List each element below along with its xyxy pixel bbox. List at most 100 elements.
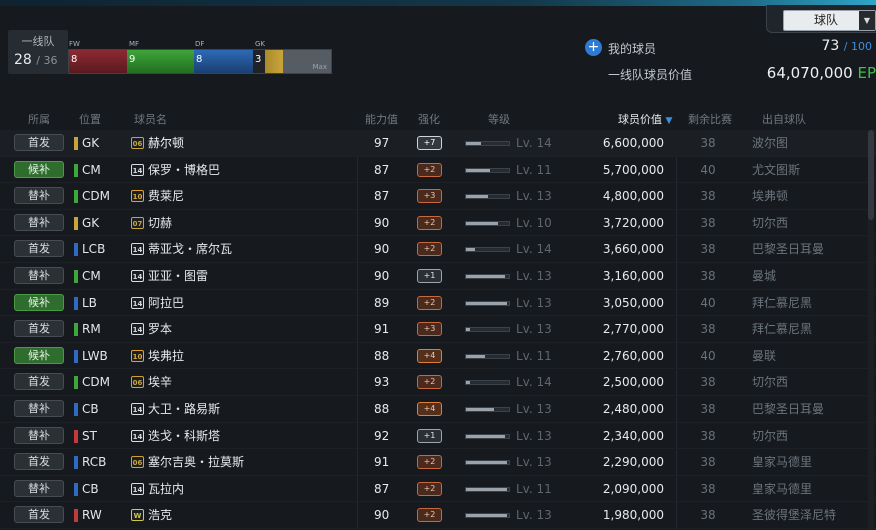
chevron-down-icon[interactable]: ▼ <box>859 11 875 30</box>
col-position[interactable]: 位置 <box>79 111 101 127</box>
col-games-left[interactable]: 剩余比赛 <box>688 111 732 127</box>
table-row[interactable]: 候补 CM 14 保罗・博格巴 87 +2 Lv. 11 5,700,000 40 尤文图斯 <box>0 157 876 184</box>
level-progress-fill <box>466 274 505 278</box>
games-remaining: 40 <box>700 295 716 310</box>
pos-label-gk: GK <box>255 40 266 48</box>
player-name[interactable]: 浩克 <box>148 502 172 528</box>
role-button[interactable]: 替补 <box>14 266 64 284</box>
role-button[interactable]: 首发 <box>14 506 64 524</box>
role-button[interactable]: 替补 <box>14 213 64 231</box>
player-name[interactable]: 罗本 <box>148 316 172 342</box>
level-progress-bar <box>465 247 510 253</box>
table-row[interactable]: 首发 LCB 14 蒂亚戈・席尔瓦 90 +2 Lv. 14 3,660,000 38 巴黎圣日耳… <box>0 236 876 263</box>
origin-club: 巴黎圣日耳曼 <box>752 401 825 416</box>
level-label: Lv. 10 <box>516 215 552 230</box>
enhance-badge: +2 <box>417 508 442 523</box>
level-label: Lv. 13 <box>516 508 552 523</box>
plus-circle-icon[interactable]: + <box>585 39 602 56</box>
table-row[interactable]: 替补 CB 14 瓦拉内 87 +2 Lv. 11 2,090,000 38 皇家马德里 <box>0 476 876 503</box>
role-button[interactable]: 替补 <box>14 426 64 444</box>
enhance-badge: +4 <box>417 348 442 363</box>
overall-rating: 90 <box>374 508 390 523</box>
position-color-marker <box>74 376 78 390</box>
player-table-body: 首发 GK 06 赫尔顿 97 +7 Lv. 14 6,600,000 38 波尔图 候补 CM 14 保… <box>0 130 876 529</box>
player-name[interactable]: 赫尔顿 <box>148 130 184 156</box>
pos-label-df: DF <box>195 40 205 48</box>
my-players-value: 73 <box>821 38 840 54</box>
role-button[interactable]: 首发 <box>14 373 64 391</box>
col-ovr[interactable]: 能力值 <box>365 111 398 127</box>
level-label: Lv. 13 <box>516 268 552 283</box>
table-row[interactable]: 首发 CDM 06 埃辛 93 +2 Lv. 14 2,500,000 38 切尔西 <box>0 369 876 396</box>
col-name[interactable]: 球员名 <box>134 111 167 127</box>
squad-value-number: 64,070,000 <box>766 64 853 82</box>
level-label: Lv. 11 <box>516 348 552 363</box>
player-name[interactable]: 保罗・博格巴 <box>148 157 220 183</box>
role-button[interactable]: 候补 <box>14 293 64 311</box>
games-remaining: 38 <box>700 508 716 523</box>
season-badge-icon: 14 <box>131 402 144 415</box>
level-progress-fill <box>466 328 471 332</box>
role-button[interactable]: 首发 <box>14 134 64 151</box>
level-label: Lv. 13 <box>516 428 552 443</box>
level-progress-fill <box>466 221 499 225</box>
role-button[interactable]: 首发 <box>14 240 64 258</box>
role-button[interactable]: 候补 <box>14 160 64 178</box>
player-name[interactable]: 埃辛 <box>148 369 172 395</box>
role-button[interactable]: 替补 <box>14 479 64 497</box>
table-row[interactable]: 候补 LWB 10 埃弗拉 88 +4 Lv. 11 2,760,000 40 曼联 <box>0 343 876 370</box>
enhance-badge: +2 <box>417 375 442 390</box>
player-value: 1,980,000 <box>602 508 664 523</box>
col-club[interactable]: 出自球队 <box>762 111 806 127</box>
player-name[interactable]: 埃弗拉 <box>148 343 184 369</box>
table-row[interactable]: 首发 GK 06 赫尔顿 97 +7 Lv. 14 6,600,000 38 波尔图 <box>0 130 876 157</box>
gk-count: 3 <box>255 54 262 65</box>
role-button[interactable]: 替补 <box>14 399 64 417</box>
player-value: 2,290,000 <box>602 455 664 470</box>
table-row[interactable]: 替补 GK 07 切赫 90 +2 Lv. 10 3,720,000 38 切尔西 <box>0 210 876 237</box>
team-select[interactable]: 球队 ▼ <box>783 10 876 31</box>
level-progress-bar <box>465 300 510 306</box>
col-level[interactable]: 等级 <box>488 111 510 127</box>
player-name[interactable]: 塞尔吉奥・拉莫斯 <box>148 449 244 475</box>
role-button[interactable]: 首发 <box>14 320 64 338</box>
role-button[interactable]: 候补 <box>14 346 64 364</box>
player-value: 3,160,000 <box>602 268 664 283</box>
role-button[interactable]: 替补 <box>14 187 64 205</box>
player-name[interactable]: 切赫 <box>148 210 172 236</box>
overall-rating: 91 <box>374 455 390 470</box>
table-row[interactable]: 首发 RM 14 罗本 91 +3 Lv. 13 2,770,000 38 拜仁慕尼黑 <box>0 316 876 343</box>
player-name[interactable]: 瓦拉内 <box>148 476 184 502</box>
table-row[interactable]: 替补 CB 14 大卫・路易斯 88 +4 Lv. 13 2,480,000 38 巴黎圣日耳曼 <box>0 396 876 423</box>
overall-rating: 89 <box>374 295 390 310</box>
col-role[interactable]: 所属 <box>28 111 50 127</box>
player-name[interactable]: 亚亚・图雷 <box>148 263 208 289</box>
table-row[interactable]: 首发 RW W 浩克 90 +2 Lv. 13 1,980,000 38 圣彼得堡泽尼特 <box>0 502 876 529</box>
games-remaining: 38 <box>700 242 716 257</box>
games-remaining: 38 <box>700 189 716 204</box>
col-enhance[interactable]: 强化 <box>418 111 440 127</box>
position-color-marker <box>74 137 78 150</box>
origin-club: 曼联 <box>752 348 777 363</box>
role-button[interactable]: 首发 <box>14 453 64 471</box>
table-row[interactable]: 替补 CDM 10 费莱尼 87 +3 Lv. 13 4,800,000 38 埃弗顿 <box>0 183 876 210</box>
max-label: Max <box>312 63 327 71</box>
level-label: Lv. 14 <box>516 136 552 150</box>
origin-club: 巴黎圣日耳曼 <box>752 242 825 257</box>
my-players-label[interactable]: 我的球员 <box>608 40 656 57</box>
table-row[interactable]: 替补 ST 14 迭戈・科斯塔 92 +1 Lv. 13 2,340,000 38 切尔西 <box>0 423 876 450</box>
table-row[interactable]: 替补 CM 14 亚亚・图雷 90 +1 Lv. 13 3,160,000 38 曼城 <box>0 263 876 290</box>
scrollbar-thumb[interactable] <box>868 130 874 220</box>
player-name[interactable]: 费莱尼 <box>148 183 184 209</box>
table-row[interactable]: 候补 LB 14 阿拉巴 89 +2 Lv. 13 3,050,000 40 拜仁慕尼黑 <box>0 290 876 317</box>
season-badge-icon: 07 <box>131 216 144 229</box>
player-name[interactable]: 蒂亚戈・席尔瓦 <box>148 236 232 262</box>
squad-value-label: 一线队球员价值 <box>608 68 693 82</box>
player-name[interactable]: 迭戈・科斯塔 <box>148 423 220 449</box>
col-value[interactable]: 球员价值 ▼ <box>618 111 672 127</box>
player-name[interactable]: 阿拉巴 <box>148 290 184 316</box>
table-row[interactable]: 首发 RCB 06 塞尔吉奥・拉莫斯 91 +2 Lv. 13 2,290,000 38 皇家马德… <box>0 449 876 476</box>
player-name[interactable]: 大卫・路易斯 <box>148 396 220 422</box>
overall-rating: 93 <box>374 375 390 390</box>
season-badge-icon: 06 <box>131 376 144 389</box>
